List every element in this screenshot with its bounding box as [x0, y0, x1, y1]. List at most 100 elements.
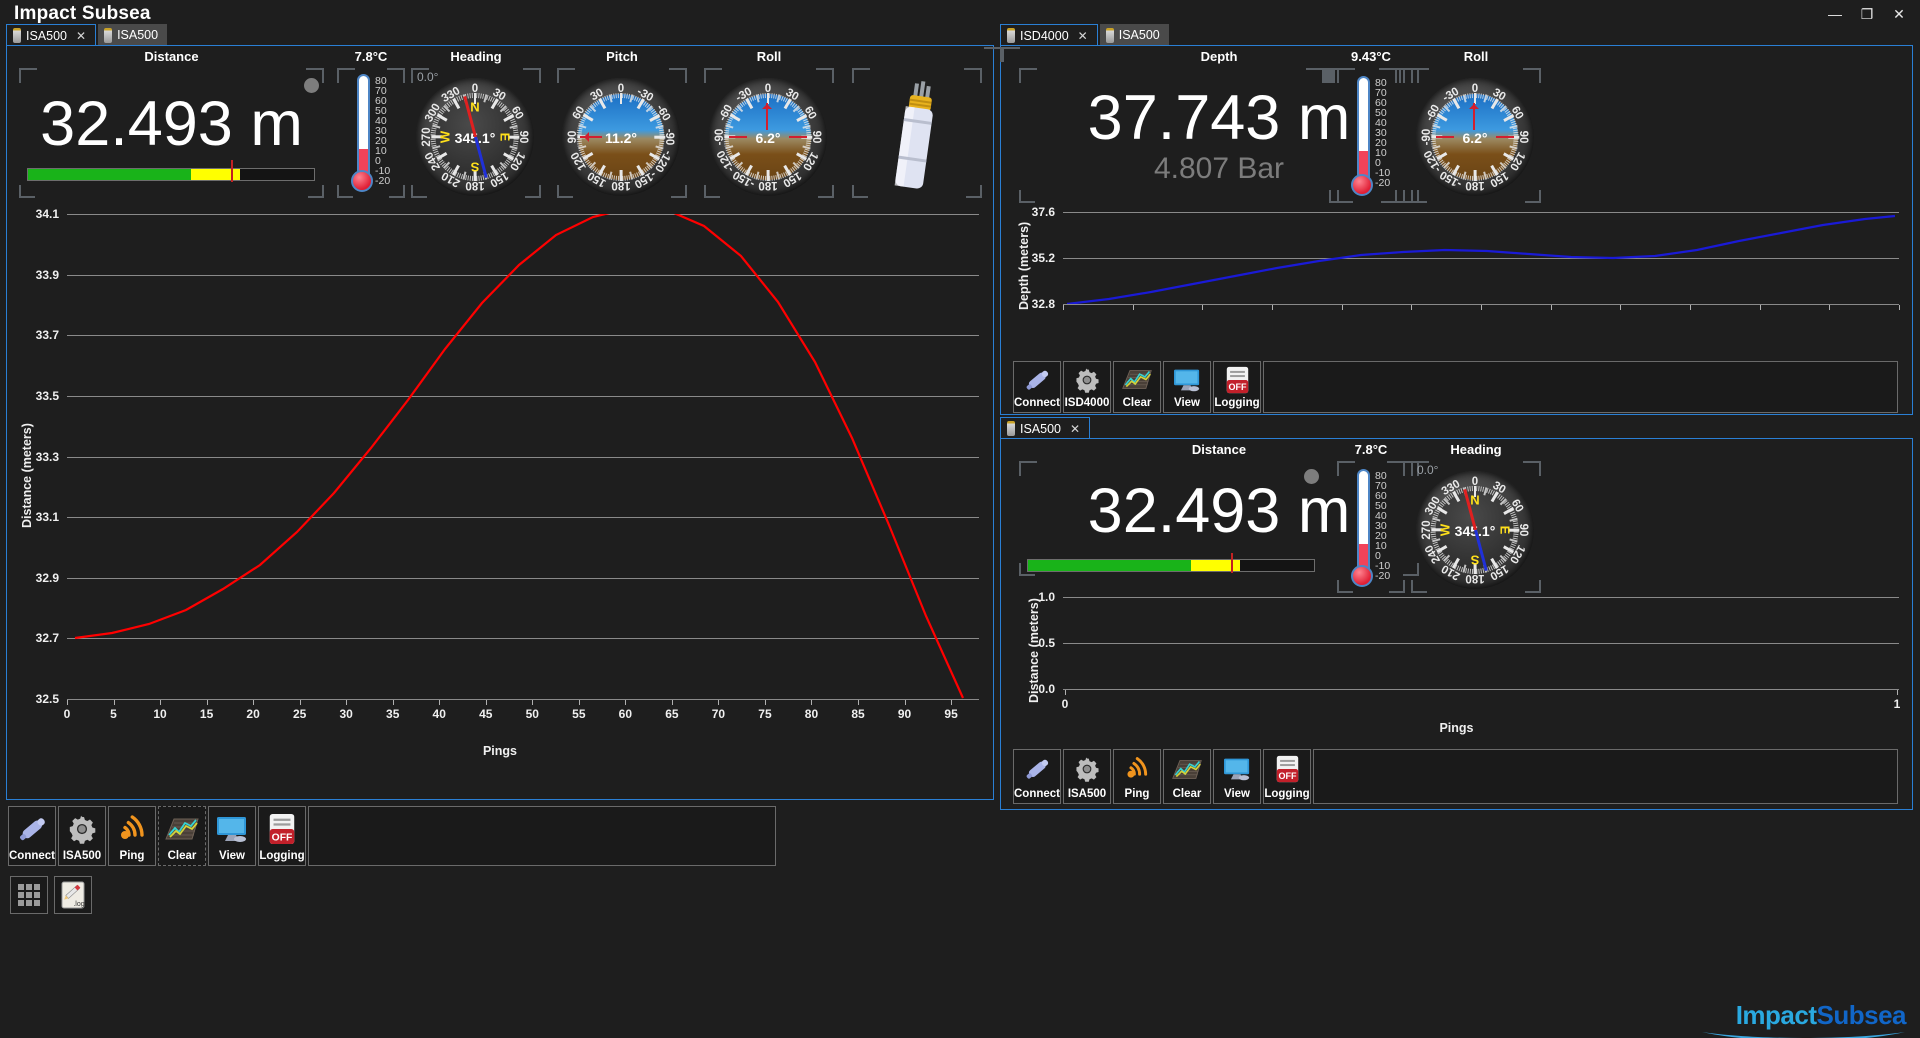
depth-chart[interactable]: Depth (meters) 37.6 35.2 32.8 — [1001, 205, 1912, 356]
sensor-icon — [1007, 28, 1015, 43]
compass-cardinal-w: W — [1437, 523, 1453, 537]
tab-isa500-left-1[interactable]: ISA500 ✕ — [6, 24, 97, 46]
left-tab-strip: ISA500 ✕ ISA500 — [6, 24, 169, 46]
logging-off-icon: OFF — [1214, 362, 1260, 397]
depth-trace — [1066, 214, 1896, 304]
thermometer-bulb — [1351, 565, 1373, 587]
log-file-button[interactable]: .log — [54, 876, 92, 914]
view-button[interactable]: View — [1163, 361, 1211, 413]
gear-icon — [59, 807, 105, 850]
logging-button[interactable]: OFF Logging — [1263, 749, 1311, 804]
isd4000-roll-gauge[interactable]: 6.2° 0 30 60 90 120 150 180 -150 -120 -90 -60 -30 — [1416, 78, 1534, 196]
monitor-icon — [1214, 750, 1260, 788]
x-tick-label: 75 — [758, 707, 772, 721]
distance-chart[interactable]: Distance (meters) 34.1 33.9 33.7 33.5 33… — [7, 206, 993, 776]
x-tick-label: 0 — [63, 707, 71, 721]
tab-isa500-bottom[interactable]: ISA500 ✕ — [1000, 417, 1091, 439]
x-tick — [718, 700, 720, 705]
x-tick — [346, 700, 348, 705]
roll-gauge[interactable]: 6.2° 0 30 60 90 120 150 180 -150 -120 -90 -60 -30 — [709, 78, 827, 196]
gauge-tick-label: 90 — [567, 130, 579, 144]
log-pencil-icon: .log — [61, 881, 85, 909]
button-label: ISA500 — [62, 850, 102, 862]
company-logo: ImpactSubsea V1.7.2 — [1606, 1000, 1906, 1038]
gauge-tick-label: 0 — [764, 83, 772, 95]
ping-button[interactable]: Ping — [1113, 749, 1161, 804]
connect-button[interactable]: Connect — [1013, 749, 1061, 804]
logging-button[interactable]: OFF Logging — [258, 806, 306, 866]
x-tick — [625, 700, 627, 705]
connector-icon — [9, 807, 55, 850]
close-icon[interactable]: ✕ — [1078, 29, 1088, 43]
tab-isa500-right[interactable]: ISA500 — [1099, 24, 1169, 46]
application-window: Impact Subsea — ❐ ✕ ISA500 ✕ ISA500 Dist… — [0, 0, 1920, 1038]
y-tick-label: 37.6 — [1031, 205, 1055, 219]
button-label: View — [1174, 397, 1200, 409]
y-tick-label: 32.9 — [35, 570, 59, 585]
view-button[interactable]: View — [208, 806, 256, 866]
close-icon[interactable]: ✕ — [76, 29, 86, 43]
close-icon[interactable]: ✕ — [1070, 422, 1080, 436]
x-tick — [858, 700, 860, 705]
connect-button[interactable]: Connect — [1013, 361, 1061, 413]
left-pane: Distance 32.493 m 7.8°C 80 70 60 50 40 3… — [6, 45, 994, 800]
clear-button[interactable]: Clear — [1163, 749, 1211, 804]
x-tick — [1411, 305, 1413, 310]
pitch-gauge[interactable]: 11.2° 0 -30 -60 -90 -120 -150 180 150 120 90 60 30 — [562, 78, 680, 196]
connector-icon — [1014, 362, 1060, 397]
button-label: View — [219, 850, 245, 862]
isa500-distance-chart[interactable]: Distance (meters) 1.0 0.5 0.0 0 1 Pings — [1001, 590, 1912, 751]
isa500-heading-gauge[interactable]: 345.1° 0306090120150180210240270300330NE… — [1416, 471, 1534, 589]
roll-left-marker — [729, 136, 747, 138]
tab-isd4000[interactable]: ISD4000 ✕ — [1000, 24, 1098, 46]
heading-gauge[interactable]: 345.1° 0306090120150180210240270300330NE… — [416, 78, 534, 196]
maximize-icon[interactable]: ❐ — [1852, 3, 1882, 25]
x-tick-label: 15 — [199, 707, 214, 721]
button-label: Clear — [1122, 397, 1152, 409]
x-tick — [1063, 305, 1064, 310]
button-label: ISD4000 — [1064, 397, 1110, 409]
x-tick — [1481, 305, 1482, 310]
tab-label: ISA500 — [26, 28, 68, 43]
ping-icon — [109, 807, 155, 850]
view-button[interactable]: View — [1213, 749, 1261, 804]
isd4000-settings-button[interactable]: ISD4000 — [1063, 361, 1111, 413]
y-tick-label: 1.0 — [1038, 590, 1055, 604]
temperature-label: 7.8°C — [1354, 442, 1388, 457]
button-label: Ping — [119, 850, 145, 862]
tab-label: ISA500 — [1118, 28, 1160, 42]
x-tick-label: 30 — [339, 707, 353, 721]
clear-button[interactable]: Clear — [158, 806, 206, 866]
logging-button[interactable]: OFF Logging — [1213, 361, 1261, 413]
isa500-settings-button[interactable]: ISA500 — [58, 806, 106, 866]
x-tick — [1132, 305, 1134, 310]
gauge-tick-label: 90 — [1517, 523, 1529, 537]
status-indicator-icon — [304, 78, 319, 93]
monitor-icon — [1164, 362, 1210, 397]
monitor-icon — [209, 807, 255, 850]
group-title: Distance — [144, 49, 199, 64]
ping-button[interactable]: Ping — [108, 806, 156, 866]
group-title: Heading — [1450, 442, 1502, 457]
x-tick — [578, 700, 580, 705]
minimize-icon[interactable]: — — [1820, 3, 1850, 25]
x-tick-label: 70 — [711, 707, 726, 721]
tab-isa500-left-2[interactable]: ISA500 — [98, 24, 168, 46]
button-label: Logging — [1214, 397, 1260, 409]
gauge-tick-label: 270 — [421, 127, 433, 147]
clear-button[interactable]: Clear — [1113, 361, 1161, 413]
connect-button[interactable]: Connect — [8, 806, 56, 866]
x-tick-label: 5 — [110, 707, 117, 721]
grid-view-button[interactable] — [10, 876, 48, 914]
title-bar: Impact Subsea — ❐ ✕ — [0, 0, 1920, 30]
gauge-tick-label: 0 — [1471, 476, 1479, 488]
right-top-tab-strip: ISD4000 ✕ ISA500 — [1000, 24, 1171, 46]
isa500-settings-button[interactable]: ISA500 — [1063, 749, 1111, 804]
signal-strength-bar — [27, 168, 315, 181]
x-tick-label: 40 — [432, 707, 446, 721]
heading-group: Heading 0.0° 345.1° 03060901201501802102… — [411, 49, 541, 198]
button-label: Clear — [1172, 788, 1202, 800]
close-icon[interactable]: ✕ — [1884, 3, 1914, 25]
chart-icon — [159, 807, 205, 850]
x-tick — [206, 700, 208, 705]
